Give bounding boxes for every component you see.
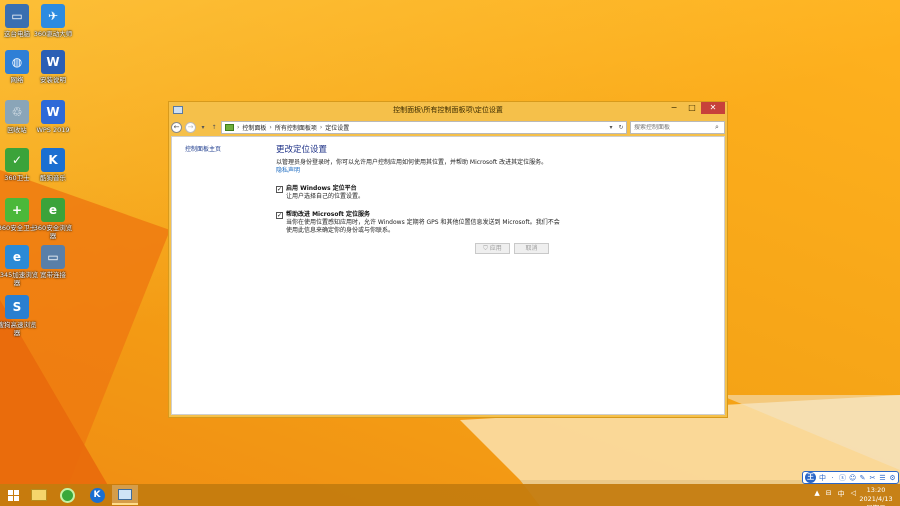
improve-service-checkbox[interactable]: ✓	[276, 212, 283, 219]
page-heading: 更改定位设置	[276, 145, 328, 155]
desktop-icon-label: 宽带连接	[40, 271, 66, 279]
option-description: 让用户选择自己的位置设置。	[286, 193, 365, 200]
search-box[interactable]: ⌕	[630, 120, 725, 134]
privacy-statement-link[interactable]: 隐私声明	[276, 167, 576, 175]
folder-icon	[31, 489, 47, 501]
wps-icon: W	[41, 100, 65, 124]
taskbar-360-browser[interactable]	[54, 485, 80, 505]
option-enable-location-platform: ✓ 启用 Windows 定位平台 让用户选择自己的位置设置。	[276, 185, 576, 201]
tray-chevron-icon[interactable]: ▲	[814, 489, 819, 499]
desktop-icon[interactable]: W WPS 2019	[31, 100, 75, 134]
desktop-icon[interactable]: W 安装说明	[31, 50, 75, 84]
apply-button[interactable]: ⛉ 应用	[475, 243, 510, 254]
ime-handwriting-icon[interactable]: ✎	[859, 474, 866, 482]
sogou-browser-icon: S	[5, 295, 29, 319]
desktop-icon-label: 360安全浏览器	[33, 224, 73, 240]
breadcrumb-location-settings[interactable]: 定位设置	[325, 123, 349, 132]
taskbar-file-explorer[interactable]	[26, 485, 52, 505]
start-button[interactable]	[0, 485, 26, 505]
kugou-icon: K	[41, 148, 65, 172]
taskbar: K ▲ ⊟ 中 ◁ 13:20 2021/4/13 星期二	[0, 484, 900, 506]
recycle-bin-icon: ♲	[5, 100, 29, 124]
word-document-icon: W	[41, 50, 65, 74]
option-title[interactable]: 启用 Windows 定位平台	[286, 185, 561, 193]
desktop-icon[interactable]: e 360安全浏览器	[31, 198, 75, 240]
search-icon[interactable]: ⌕	[712, 123, 722, 132]
shield-icon: ⛉	[483, 245, 488, 252]
option-description: 当你在使用位置感知应用时，允许 Windows 定期将 GPS 和其他位置信息发…	[286, 219, 560, 234]
ime-toolbar: 王 中 · ⓢ ☺ ✎ ✂ ☰ ⚙	[802, 471, 899, 484]
desktop-icon[interactable]: K 酷狗音乐	[31, 148, 75, 182]
recent-locations-button[interactable]: ▾	[199, 124, 207, 131]
navigation-bar: ← → ▾ ↑ › 控制面板 › 所有控制面板项 › 定位设置 ▾ ↻ ⌕	[171, 118, 725, 136]
desktop-icon[interactable]: ▭ 宽带连接	[31, 245, 75, 279]
breadcrumb-separator: ›	[269, 123, 272, 131]
ime-indicator[interactable]: 中	[838, 489, 845, 499]
network-icon[interactable]: ⊟	[826, 489, 832, 499]
close-button[interactable]: ✕	[701, 102, 725, 114]
ime-screenshot-icon[interactable]: ✂	[869, 474, 876, 482]
control-panel-home-link[interactable]: 控制面板主页	[185, 144, 221, 153]
ime-symbol-icon[interactable]: ⓢ	[839, 473, 846, 483]
option-improve-location-service: ✓ 帮助改进 Microsoft 定位服务 当你在使用位置感知应用时，允许 Wi…	[276, 211, 576, 235]
ime-punctuation-toggle[interactable]: ·	[829, 474, 836, 482]
control-panel-window: 控制面板\所有控制面板项\定位设置 − □ ✕ ← → ▾ ↑ › 控制面板 ›…	[168, 101, 728, 418]
window-title: 控制面板\所有控制面板项\定位设置	[393, 106, 503, 114]
dialog-actions: ⛉ 应用 取消	[475, 243, 549, 254]
clock-date: 2021/4/13 星期二	[859, 495, 893, 506]
broadband-icon: ▭	[41, 245, 65, 269]
desktop-icon-label: 搜狗高速浏览器	[0, 321, 37, 337]
page-description: 以管理员身份登录时，你可以允许用户控制应用如何使用其位置，并帮助 Microso…	[276, 159, 548, 166]
driver-master-icon: ✈	[41, 4, 65, 28]
kugou-icon: K	[89, 487, 105, 503]
forward-button[interactable]: →	[185, 121, 196, 133]
taskbar-clock[interactable]: 13:20 2021/4/13 星期二	[856, 486, 896, 506]
desktop-icon-label: 360驱动大师	[33, 30, 73, 38]
enable-location-checkbox[interactable]: ✓	[276, 186, 283, 193]
360-guard-icon: ✓	[5, 148, 29, 172]
content-pane: 控制面板主页 更改定位设置 以管理员身份登录时，你可以允许用户控制应用如何使用其…	[171, 136, 725, 415]
clock-time: 13:20	[866, 486, 886, 494]
breadcrumb-control-panel[interactable]: 控制面板	[242, 123, 266, 132]
breadcrumb-separator: ›	[237, 123, 240, 131]
window-titlebar[interactable]: 控制面板\所有控制面板项\定位设置 − □ ✕	[169, 102, 727, 118]
system-tray: ▲ ⊟ 中 ◁	[814, 489, 856, 499]
360-browser-icon	[59, 487, 75, 503]
desktop-icon[interactable]: ✈ 360驱动大师	[31, 4, 75, 38]
desktop-icon-label: WPS 2019	[36, 126, 70, 134]
360-safe-icon: +	[5, 198, 29, 222]
computer-icon: ▭	[5, 4, 29, 28]
ime-emoji-icon[interactable]: ☺	[849, 474, 856, 482]
control-panel-icon	[118, 488, 132, 500]
desktop-icon[interactable]: S 搜狗高速浏览器	[0, 295, 39, 337]
minimize-button[interactable]: −	[665, 102, 683, 114]
apply-label: 应用	[489, 245, 502, 252]
search-input[interactable]	[634, 123, 712, 131]
windows-logo-icon	[7, 489, 19, 501]
back-button[interactable]: ←	[171, 121, 182, 133]
desktop-icon-label: 酷狗音乐	[40, 174, 66, 182]
ime-logo-icon[interactable]: 王	[805, 472, 816, 483]
address-bar[interactable]: › 控制面板 › 所有控制面板项 › 定位设置 ▾ ↻	[221, 120, 627, 134]
taskbar-kugou[interactable]: K	[84, 485, 110, 505]
up-button[interactable]: ↑	[210, 124, 218, 131]
network-globe-icon: ◍	[5, 50, 29, 74]
cancel-button[interactable]: 取消	[514, 243, 549, 254]
breadcrumb-all-items[interactable]: 所有控制面板项	[275, 123, 317, 132]
taskbar-control-panel[interactable]	[112, 485, 138, 505]
control-panel-small-icon	[225, 123, 234, 131]
breadcrumb-separator: ›	[319, 123, 323, 131]
ie-browser-icon: e	[5, 245, 29, 269]
ime-settings-icon[interactable]: ⚙	[889, 474, 896, 482]
desktop-icon-label: 安装说明	[40, 76, 66, 84]
option-title[interactable]: 帮助改进 Microsoft 定位服务	[286, 211, 561, 219]
address-dropdown-icon[interactable]: ▾	[606, 124, 616, 131]
refresh-icon[interactable]: ↻	[616, 124, 626, 131]
ime-language-toggle[interactable]: 中	[819, 473, 826, 483]
ime-menu-icon[interactable]: ☰	[879, 474, 886, 482]
maximize-button[interactable]: □	[683, 102, 701, 114]
360-browser-icon: e	[41, 198, 65, 222]
main-panel: 更改定位设置 以管理员身份登录时，你可以允许用户控制应用如何使用其位置，并帮助 …	[276, 143, 576, 235]
